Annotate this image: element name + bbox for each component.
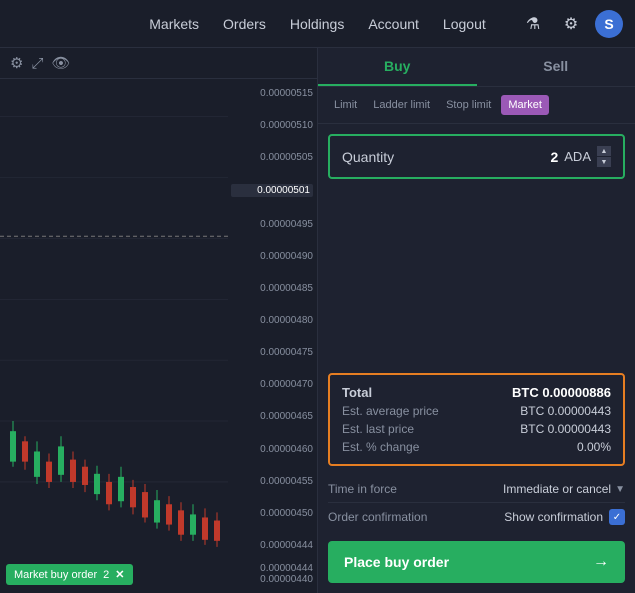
- price-13: 0.00000450: [231, 508, 313, 519]
- place-order-label: Place buy order: [344, 554, 449, 570]
- total-label: Total: [342, 385, 372, 400]
- navbar: Markets Orders Holdings Account Logout ⚗…: [0, 0, 635, 48]
- chevron-down-icon: ▼: [615, 484, 625, 495]
- order-confirmation-checkbox[interactable]: ✓: [609, 509, 625, 525]
- market-order-close[interactable]: ✕: [115, 568, 124, 581]
- nav-markets[interactable]: Markets: [149, 16, 199, 32]
- bottom-price-1: 0.00000440: [227, 574, 313, 585]
- eye-icon[interactable]: 👁: [51, 54, 70, 72]
- chart-toolbar: ⚙ ⤢ 👁: [0, 48, 317, 79]
- total-section: Total BTC 0.00000886 Est. average price …: [328, 373, 625, 466]
- price-0: 0.00000515: [231, 88, 313, 99]
- order-confirmation-right: Show confirmation ✓: [504, 509, 625, 525]
- time-in-force-label: Time in force: [328, 482, 397, 496]
- main-layout: ⚙ ⤢ 👁: [0, 48, 635, 593]
- price-14: 0.00000444: [231, 540, 313, 551]
- price-9: 0.00000470: [231, 379, 313, 390]
- total-pct-label: Est. % change: [342, 440, 419, 454]
- total-value: BTC 0.00000886: [512, 385, 611, 400]
- nav-icons: ⚗ ⚙ S: [519, 10, 623, 38]
- settings-icon[interactable]: ⚙: [10, 54, 23, 72]
- quantity-value: 2: [550, 149, 558, 165]
- arrow-right-icon: →: [593, 553, 609, 571]
- price-7: 0.00000480: [231, 315, 313, 326]
- price-4: 0.00000495: [231, 219, 313, 230]
- price-2: 0.00000505: [231, 152, 313, 163]
- nav-orders[interactable]: Orders: [223, 16, 266, 32]
- flask-icon[interactable]: ⚗: [519, 10, 547, 38]
- order-tab-stop[interactable]: Stop limit: [440, 96, 497, 114]
- total-avg-row: Est. average price BTC 0.00000443: [342, 404, 611, 418]
- price-11: 0.00000460: [231, 444, 313, 455]
- expand-icon[interactable]: ⤢: [31, 55, 43, 72]
- time-in-force-value: Immediate or cancel: [503, 482, 611, 496]
- candlestick-chart: [0, 86, 228, 553]
- quantity-label: Quantity: [342, 149, 394, 165]
- price-6: 0.00000485: [231, 283, 313, 294]
- total-pct-row: Est. % change 0.00%: [342, 440, 611, 454]
- quantity-right: 2 ADA ▲ ▼: [550, 146, 611, 167]
- tab-buy[interactable]: Buy: [318, 48, 477, 86]
- nav-logout[interactable]: Logout: [443, 16, 486, 32]
- nav-holdings[interactable]: Holdings: [290, 16, 344, 32]
- price-highlighted: 0.00000501: [231, 184, 313, 197]
- options-section: Time in force Immediate or cancel ▼ Orde…: [318, 476, 635, 531]
- nav-account[interactable]: Account: [368, 16, 419, 32]
- tab-sell[interactable]: Sell: [477, 48, 635, 86]
- quantity-spinners: ▲ ▼: [597, 146, 611, 167]
- total-last-row: Est. last price BTC 0.00000443: [342, 422, 611, 436]
- price-1: 0.00000510: [231, 120, 313, 131]
- order-tab-limit[interactable]: Limit: [328, 96, 363, 114]
- gear-icon[interactable]: ⚙: [557, 10, 585, 38]
- quantity-box[interactable]: Quantity 2 ADA ▲ ▼: [328, 134, 625, 179]
- total-main-row: Total BTC 0.00000886: [342, 385, 611, 400]
- total-avg-value: BTC 0.00000443: [520, 404, 611, 418]
- mid-spacer: [318, 189, 635, 363]
- nav-links: Markets Orders Holdings Account Logout: [149, 16, 486, 32]
- price-10: 0.00000465: [231, 411, 313, 422]
- total-last-label: Est. last price: [342, 422, 414, 436]
- time-in-force-row: Time in force Immediate or cancel ▼: [328, 476, 625, 503]
- price-axis: 0.00000515 0.00000510 0.00000505 0.00000…: [227, 86, 317, 553]
- chart-bottom-price: 0.00000444 0.00000440: [227, 563, 317, 585]
- right-panel: Buy Sell Limit Ladder limit Stop limit M…: [318, 48, 635, 593]
- market-order-badge[interactable]: Market buy order 2 ✕: [6, 564, 133, 585]
- order-confirmation-row: Order confirmation Show confirmation ✓: [328, 503, 625, 531]
- buy-sell-tabs: Buy Sell: [318, 48, 635, 87]
- price-8: 0.00000475: [231, 347, 313, 358]
- market-order-quantity: 2: [103, 569, 109, 581]
- quantity-unit: ADA: [564, 149, 591, 164]
- total-avg-label: Est. average price: [342, 404, 439, 418]
- total-last-value: BTC 0.00000443: [520, 422, 611, 436]
- order-tab-market[interactable]: Market: [501, 95, 549, 115]
- order-tab-ladder[interactable]: Ladder limit: [367, 96, 436, 114]
- market-order-label: Market buy order: [14, 569, 97, 581]
- user-avatar[interactable]: S: [595, 10, 623, 38]
- chart-area: ⚙ ⤢ 👁: [0, 48, 318, 593]
- price-12: 0.00000455: [231, 476, 313, 487]
- place-buy-order-button[interactable]: Place buy order →: [328, 541, 625, 583]
- time-in-force-dropdown[interactable]: Immediate or cancel ▼: [503, 482, 625, 496]
- quantity-down[interactable]: ▼: [597, 157, 611, 167]
- quantity-up[interactable]: ▲: [597, 146, 611, 156]
- quantity-section: Quantity 2 ADA ▲ ▼: [318, 124, 635, 189]
- order-type-tabs: Limit Ladder limit Stop limit Market: [318, 87, 635, 124]
- total-pct-value: 0.00%: [577, 440, 611, 454]
- order-confirmation-value: Show confirmation: [504, 510, 603, 524]
- bottom-price-0: 0.00000444: [227, 563, 313, 574]
- order-confirmation-label: Order confirmation: [328, 510, 427, 524]
- price-5: 0.00000490: [231, 251, 313, 262]
